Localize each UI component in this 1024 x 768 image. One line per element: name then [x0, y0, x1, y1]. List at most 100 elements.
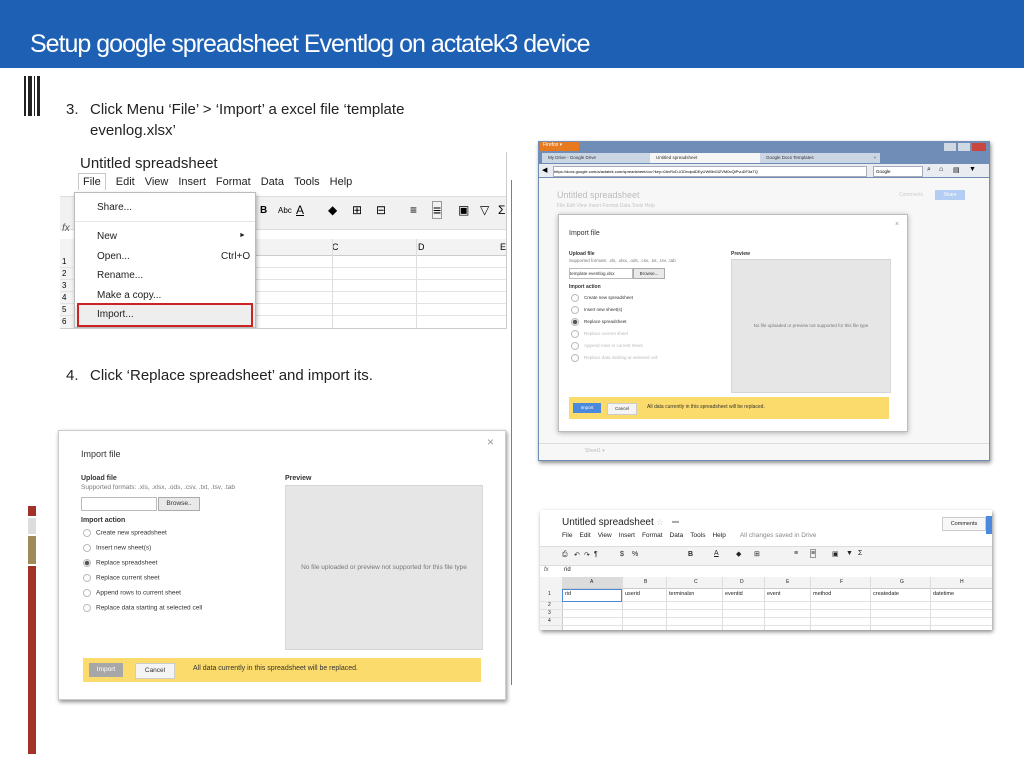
large-browse-button[interactable]: Browse.. — [158, 497, 200, 511]
row-header[interactable]: 5 — [62, 305, 66, 314]
large-option-replace-spreadsheet[interactable]: Replace spreadsheet — [83, 559, 157, 567]
large-dialog-close-icon[interactable]: × — [487, 435, 494, 449]
large-option-append[interactable]: Append rows to current sheet — [83, 589, 181, 597]
chart-icon[interactable]: ▣ — [832, 550, 839, 558]
currency-icon[interactable]: $ — [620, 551, 624, 558]
redo-icon[interactable]: ↷ — [584, 551, 590, 559]
url-bar[interactable]: https://docs.google.com/a/actatek.com/sp… — [553, 166, 867, 177]
menu-file[interactable]: File — [562, 532, 572, 539]
col-header-f[interactable]: F — [840, 579, 843, 585]
menu-edit[interactable]: Edit — [579, 532, 590, 539]
cell-e1[interactable]: event — [767, 591, 780, 597]
tab-docs-templates[interactable]: Google Docs Templates — [760, 153, 872, 163]
percent-icon[interactable]: % — [632, 551, 638, 558]
large-import-button[interactable]: Import — [89, 663, 123, 677]
menu-insert[interactable]: Insert — [178, 176, 206, 188]
row-header-3[interactable]: 3 — [548, 610, 551, 616]
cell-c1[interactable]: terminalsn — [669, 591, 694, 597]
close-window-button[interactable] — [972, 143, 986, 151]
minimize-button[interactable] — [944, 143, 956, 151]
col-header-d[interactable]: D — [740, 579, 744, 585]
print-icon[interactable]: ⎙ — [562, 551, 568, 559]
row-header[interactable]: 6 — [62, 317, 66, 326]
cell-d1[interactable]: eventid — [725, 591, 743, 597]
small-option-insert[interactable]: Insert new sheet(s) — [571, 306, 622, 314]
fill-color-icon[interactable]: ◆ — [736, 550, 741, 558]
align-icon[interactable]: ≡ — [410, 203, 417, 217]
small-option-replace-data[interactable]: Replace data starting at selected cell — [571, 354, 658, 362]
function-icon[interactable]: Σ — [498, 203, 505, 217]
tab-my-drive[interactable]: My Drive - Google Drive — [542, 153, 652, 163]
strikethrough-icon[interactable]: Abc — [278, 206, 292, 215]
col-header-b[interactable]: B — [644, 579, 647, 585]
star-icon[interactable]: ☆ — [656, 517, 664, 528]
small-option-create[interactable]: Create new spreadsheet — [571, 294, 633, 302]
large-cancel-button[interactable]: Cancel — [135, 663, 175, 679]
menu-insert[interactable]: Insert — [619, 532, 635, 539]
search-box[interactable]: Google — [873, 166, 923, 177]
menu-data[interactable]: Data — [261, 176, 284, 188]
cell-g1[interactable]: createdate — [873, 591, 899, 597]
fill-color-icon[interactable]: ◆ — [328, 203, 337, 217]
borders-icon[interactable]: ⊞ — [352, 203, 362, 217]
function-icon[interactable]: Σ — [858, 550, 862, 557]
bold-icon[interactable]: B — [688, 551, 693, 558]
formula-bar[interactable]: rid — [564, 567, 571, 573]
small-file-input[interactable]: template eventlog.xlsx — [569, 268, 633, 279]
small-browse-button[interactable]: Browse... — [633, 268, 665, 279]
menu-tools[interactable]: Tools — [690, 532, 705, 539]
menu-view[interactable]: View — [145, 176, 169, 188]
menu-help[interactable]: Help — [712, 532, 725, 539]
text-color-icon[interactable]: A — [296, 203, 304, 217]
col-header-e[interactable]: E — [786, 579, 789, 585]
small-cancel-button[interactable]: Cancel — [607, 403, 637, 415]
menu-format[interactable]: Format — [216, 176, 251, 188]
small-option-append[interactable]: Append rows to current sheet — [571, 342, 643, 350]
row-header-1[interactable]: 1 — [548, 591, 551, 597]
small-option-replace-sheet[interactable]: Replace current sheet — [571, 330, 628, 338]
align-icon[interactable]: ≡ — [794, 550, 798, 557]
menu-data[interactable]: Data — [670, 532, 684, 539]
merge-icon[interactable]: ⊟ — [376, 203, 386, 217]
paint-format-icon[interactable]: ¶ — [594, 551, 598, 558]
large-file-input[interactable] — [81, 497, 157, 511]
large-option-create[interactable]: Create new spreadsheet — [83, 529, 167, 537]
menu-format[interactable]: Format — [642, 532, 663, 539]
menu-item-rename[interactable]: Rename... — [97, 270, 143, 281]
row-header-2[interactable]: 2 — [548, 602, 551, 608]
small-option-replace-spreadsheet[interactable]: Replace spreadsheet — [571, 318, 627, 326]
large-option-replace-data[interactable]: Replace data starting at selected cell — [83, 604, 202, 612]
home-icon[interactable]: ⌂ — [939, 166, 943, 173]
new-tab-button[interactable]: + — [870, 153, 880, 163]
menu-item-make-copy[interactable]: Make a copy... — [97, 290, 161, 301]
cell-f1[interactable]: method — [813, 591, 831, 597]
filter-icon[interactable]: ▽ — [480, 203, 489, 217]
cell-b1[interactable]: userid — [625, 591, 640, 597]
menu-file[interactable]: File — [78, 173, 106, 190]
cell-h1[interactable]: datetime — [933, 591, 954, 597]
folder-icon[interactable]: ▬ — [672, 518, 679, 525]
comments-button[interactable]: Comments — [942, 517, 986, 531]
share-button-edge[interactable] — [986, 516, 992, 534]
row-header[interactable]: 1 — [62, 257, 66, 266]
undo-icon[interactable]: ↶ — [574, 551, 580, 559]
row-header-4[interactable]: 4 — [548, 618, 551, 624]
back-icon[interactable]: ◀ — [542, 166, 547, 174]
downloads-icon[interactable]: ▼ — [969, 166, 976, 173]
chart-icon[interactable]: ▣ — [458, 203, 469, 217]
menu-item-share[interactable]: Share... — [97, 202, 132, 213]
row-header[interactable]: 2 — [62, 269, 66, 278]
menu-view[interactable]: View — [598, 532, 612, 539]
row-header[interactable]: 4 — [62, 293, 66, 302]
large-option-replace-sheet[interactable]: Replace current sheet — [83, 574, 160, 582]
filter-icon[interactable]: ▼ — [846, 550, 853, 557]
borders-icon[interactable]: ⊞ — [754, 550, 760, 558]
large-option-insert[interactable]: Insert new sheet(s) — [83, 544, 151, 552]
text-color-icon[interactable]: A — [714, 550, 719, 557]
wrap-icon[interactable]: ≡ — [432, 201, 443, 219]
col-header-h[interactable]: H — [960, 579, 964, 585]
tab-untitled-spreadsheet[interactable]: Untitled spreadsheet — [650, 153, 762, 163]
bold-icon[interactable]: B — [260, 205, 267, 216]
cell-a1[interactable]: rid — [565, 591, 571, 597]
menu-help[interactable]: Help — [330, 176, 353, 188]
